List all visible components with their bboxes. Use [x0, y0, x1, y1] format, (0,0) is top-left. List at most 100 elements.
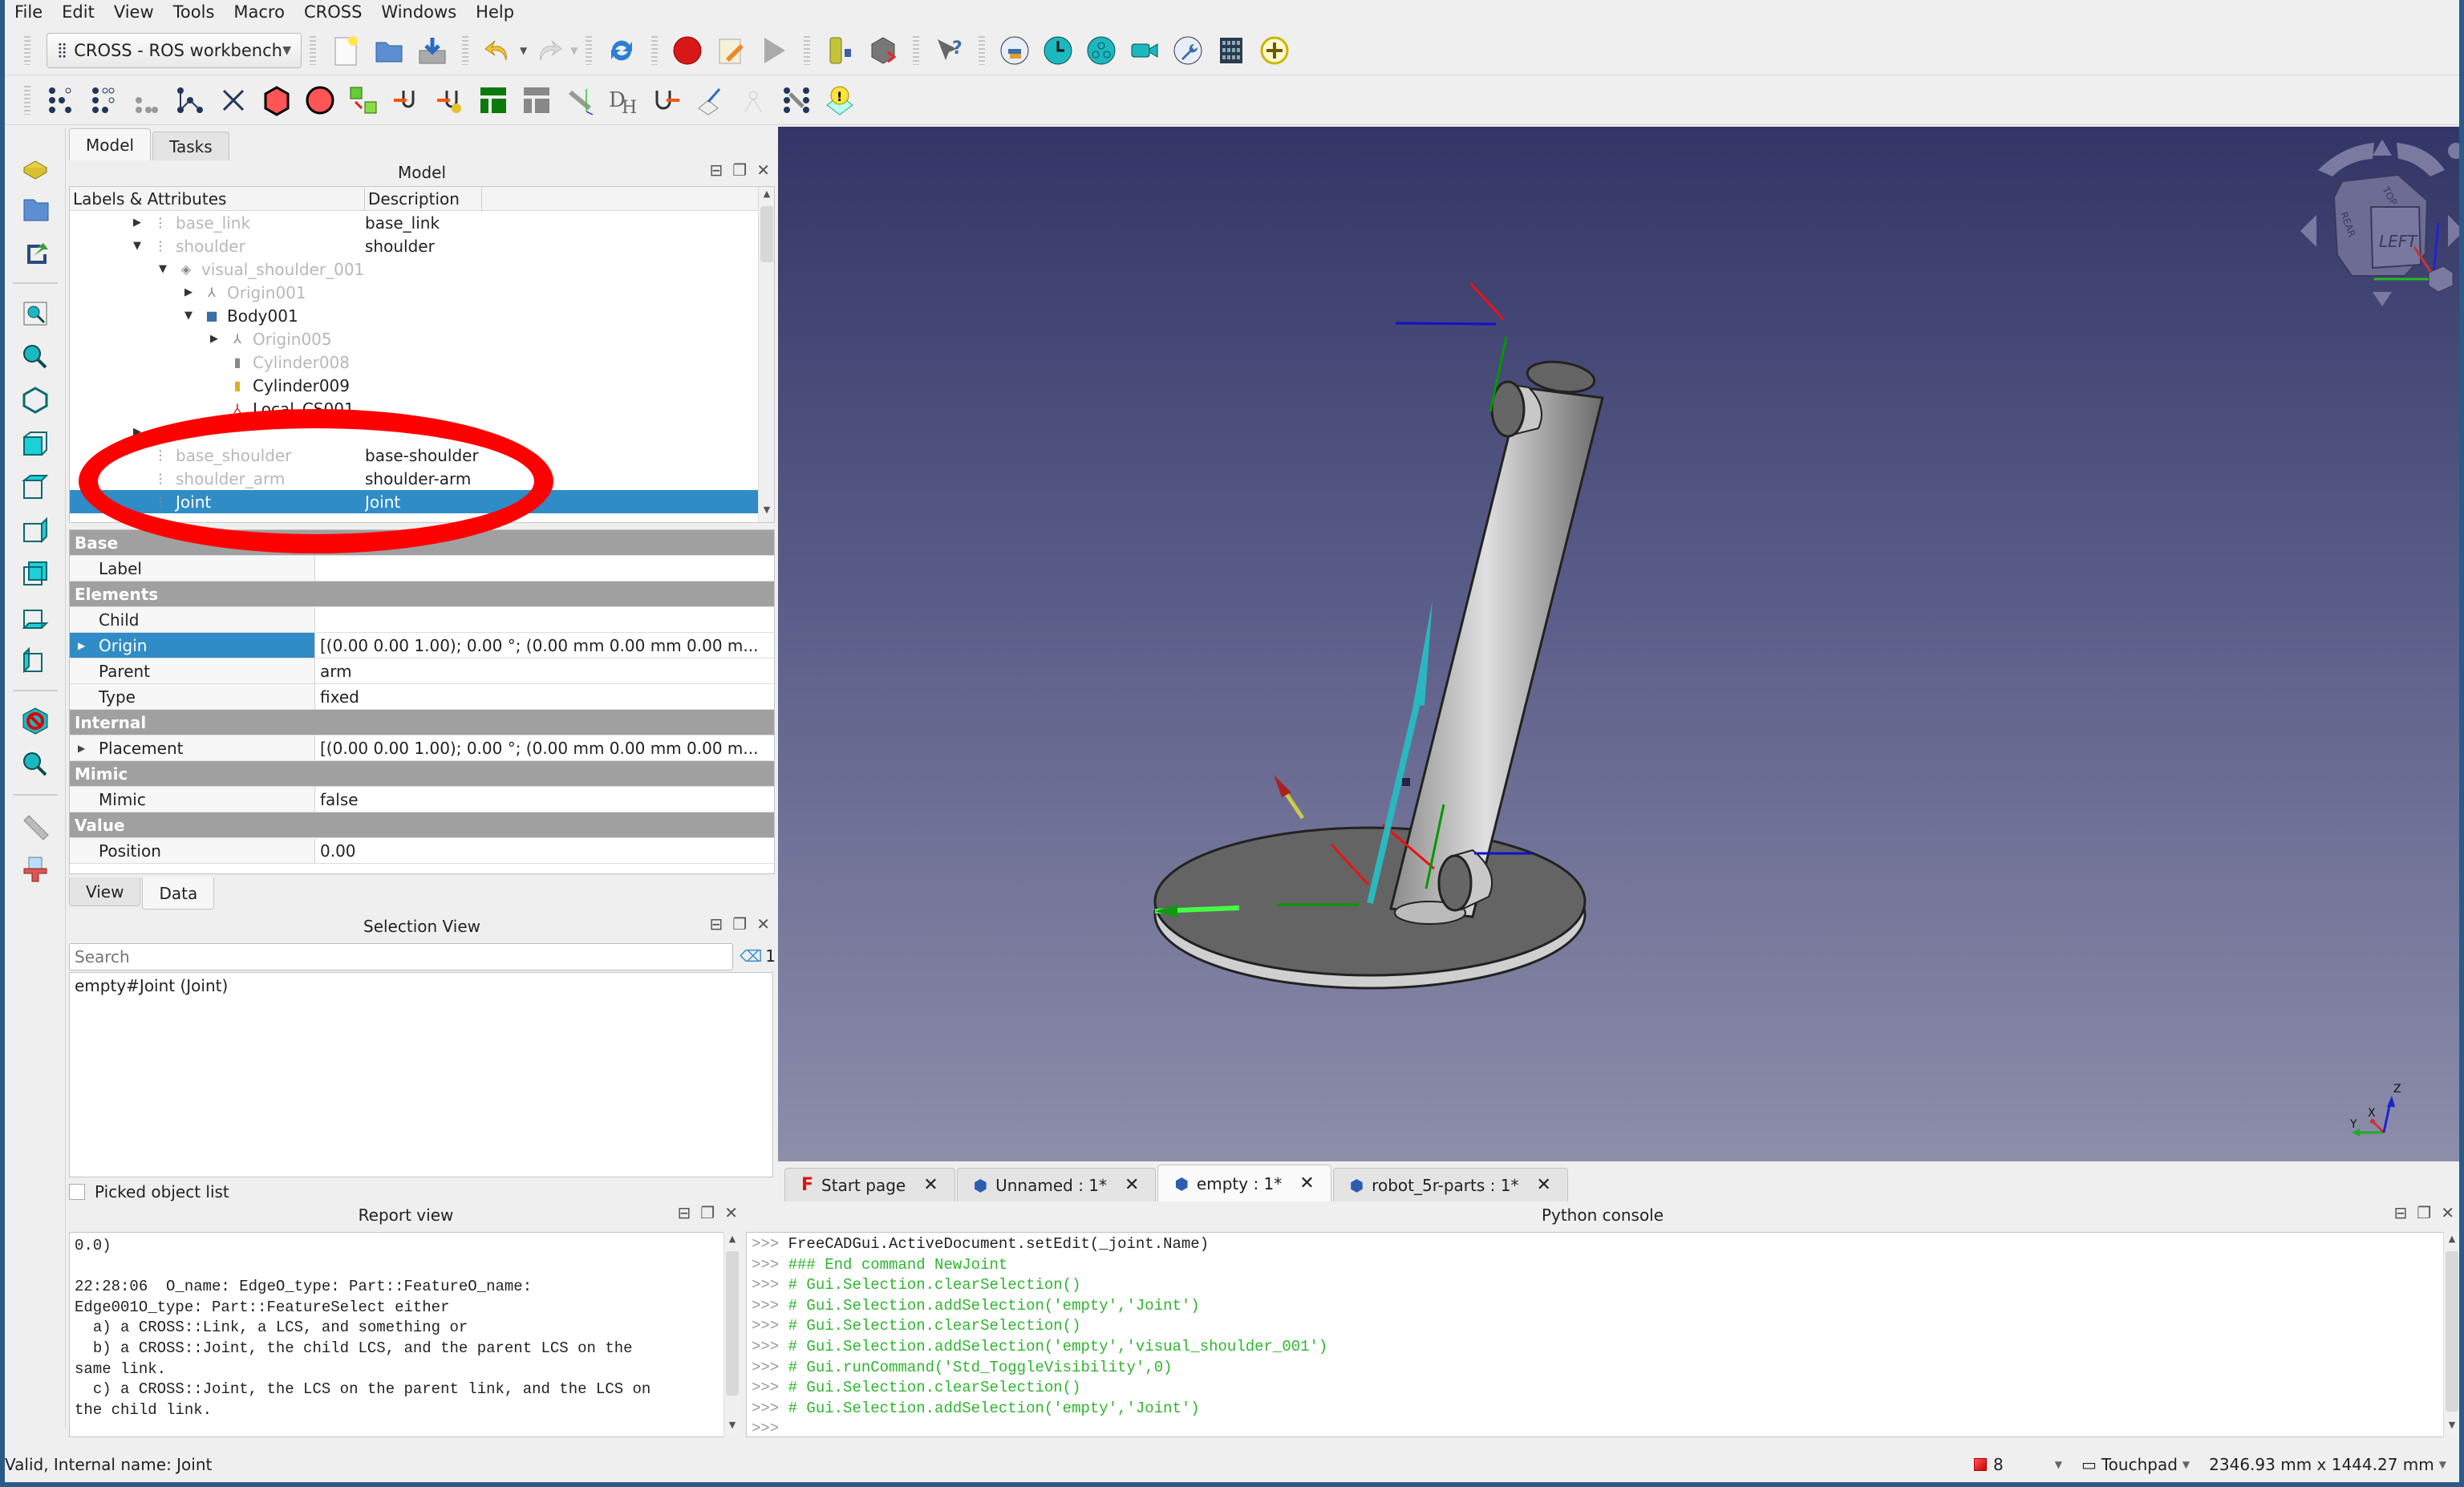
report-scrollbar[interactable]: ▲ ▼	[723, 1232, 740, 1437]
sync-view-button[interactable]	[16, 745, 55, 784]
close-icon[interactable]: ✕	[2441, 1203, 2454, 1222]
isometric-view-button[interactable]	[16, 381, 55, 419]
menu-cross[interactable]: CROSS	[304, 2, 362, 22]
document-tab[interactable]: ⬢ empty : 1* ✕	[1157, 1165, 1331, 1201]
tree-item[interactable]: ▼ ◈ visual_shoulder_001	[70, 257, 774, 281]
dock-icon[interactable]: ⊟	[2394, 1203, 2408, 1222]
toolbar-grip[interactable]	[651, 35, 659, 65]
property-row[interactable]: Child	[70, 607, 774, 633]
clear-selection-button[interactable]: ⌫ 1	[740, 946, 776, 966]
tree-item[interactable]: ▶ ⅄ Origin005	[70, 327, 774, 350]
new-chain-button[interactable]	[214, 81, 253, 120]
expanded-arrow-icon[interactable]: ▼	[131, 240, 144, 252]
dimension-selector[interactable]: 2346.93 mm x 1444.27 mm ▼	[2209, 1455, 2446, 1474]
float-icon[interactable]: ❐	[700, 1203, 715, 1222]
std-part-button[interactable]	[16, 147, 55, 185]
wrench-button[interactable]	[1169, 31, 1207, 70]
toolbar-grip[interactable]	[979, 35, 986, 65]
tree-item[interactable]: ⋮ Joint Joint	[70, 490, 774, 513]
top-view-button[interactable]	[16, 468, 55, 506]
bar-chart-gray-button[interactable]	[517, 81, 556, 120]
redo-dropdown-icon[interactable]: ▼	[570, 45, 578, 56]
refresh-button[interactable]	[602, 31, 641, 70]
toolbar-grip[interactable]	[310, 35, 316, 65]
right-view-button[interactable]	[16, 511, 55, 549]
property-value[interactable]: [(0.00 0.00 1.00); 0.00 °; (0.00 mm 0.00…	[315, 636, 774, 655]
new-link-disabled-button[interactable]	[128, 81, 166, 120]
tab-data[interactable]: Data	[142, 877, 215, 910]
toolbar-grip[interactable]	[462, 35, 468, 65]
bar-chart-button[interactable]	[474, 81, 513, 120]
float-icon[interactable]: ❐	[732, 160, 747, 180]
property-value[interactable]: [(0.00 0.00 1.00); 0.00 °; (0.00 mm 0.00…	[315, 739, 774, 758]
warning-bulb-button[interactable]: !	[821, 81, 859, 120]
workbench-selector[interactable]: ⣿ CROSS - ROS workbench ▼	[47, 32, 302, 68]
tree-item[interactable]: ⅄ Local_CS001	[70, 397, 774, 420]
menu-file[interactable]: File	[14, 2, 43, 22]
property-row[interactable]: Parent arm	[70, 658, 774, 684]
dock-icon[interactable]: ⊟	[710, 160, 723, 180]
tree-item[interactable]: ▼ ⋮ shoulder shoulder	[70, 234, 774, 257]
column-labels[interactable]: Labels & Attributes	[70, 187, 365, 210]
undo-dropdown-icon[interactable]: ▼	[520, 45, 527, 56]
bottom-view-button[interactable]	[16, 598, 55, 636]
expanded-arrow-icon[interactable]: ▼	[156, 263, 169, 275]
axes-button[interactable]	[561, 81, 599, 120]
toolbar-grip[interactable]	[24, 35, 30, 65]
menu-view[interactable]: View	[114, 2, 154, 22]
wizard-button[interactable]	[734, 81, 772, 120]
column-description[interactable]: Description	[365, 187, 482, 210]
tab-model[interactable]: Model	[69, 128, 152, 160]
document-tab[interactable]: ⬢ Unnamed : 1* ✕	[956, 1168, 1157, 1201]
collapsed-arrow-icon[interactable]: ▶	[182, 286, 195, 298]
property-value[interactable]: arm	[315, 662, 774, 681]
rear-view-button[interactable]	[16, 554, 55, 593]
property-value[interactable]: 0.00	[315, 841, 774, 861]
python-button[interactable]	[995, 31, 1034, 70]
python-console-scrollbar[interactable]: ▲ ▼	[2443, 1232, 2459, 1437]
close-tab-icon[interactable]: ✕	[923, 1175, 938, 1195]
toolbar-grip[interactable]	[804, 35, 811, 65]
undo-button[interactable]	[479, 31, 517, 70]
error-indicator[interactable]: 8	[1973, 1455, 2004, 1474]
3d-viewport[interactable]: LEFT TOP REAR Y X Z	[778, 127, 2459, 1161]
link-actions-button[interactable]	[16, 233, 55, 272]
grid-dots-button[interactable]	[777, 81, 816, 120]
chevron-down-icon[interactable]: ▼	[2055, 1459, 2062, 1470]
whats-this-button[interactable]: ?	[930, 31, 968, 70]
collapsed-arrow-icon[interactable]: ▶	[208, 333, 221, 345]
toolbar-grip[interactable]	[24, 85, 30, 115]
close-icon[interactable]: ✕	[724, 1203, 738, 1222]
macro-run-button[interactable]	[755, 31, 793, 70]
navigation-style-selector[interactable]: ▭ Touchpad ▼	[2081, 1455, 2190, 1474]
document-tab[interactable]: ⬢ robot_5r-parts : 1* ✕	[1332, 1168, 1568, 1201]
float-icon[interactable]: ❐	[2417, 1203, 2431, 1222]
close-tab-icon[interactable]: ✕	[1536, 1175, 1550, 1195]
new-robot-button[interactable]	[41, 81, 79, 120]
expand-arrow-icon[interactable]: ▶	[78, 640, 85, 651]
toolbar-grip[interactable]	[586, 35, 593, 65]
picked-object-list-toggle[interactable]: Picked object list	[69, 1182, 229, 1201]
add-button[interactable]	[1255, 31, 1294, 70]
property-row[interactable]: Mimic false	[70, 787, 774, 812]
grid-button[interactable]	[1212, 31, 1250, 70]
document-tab[interactable]: F Start page ✕	[784, 1168, 955, 1201]
selection-search-input[interactable]	[69, 943, 733, 970]
property-row[interactable]: Type fixed	[70, 684, 774, 710]
front-view-button[interactable]	[16, 424, 55, 463]
sphere-button[interactable]	[301, 81, 339, 120]
property-value[interactable]: false	[315, 790, 774, 809]
macro-edit-button[interactable]	[711, 31, 750, 70]
box-button[interactable]	[257, 81, 296, 120]
toolbar-grip[interactable]	[913, 35, 920, 65]
menu-tools[interactable]: Tools	[173, 2, 215, 22]
new-link-button[interactable]	[84, 81, 123, 120]
property-value[interactable]: fixed	[315, 687, 774, 707]
menu-windows[interactable]: Windows	[381, 2, 456, 22]
tree-item[interactable]: ▮ Cylinder009	[70, 374, 774, 397]
std-part-create-button[interactable]	[16, 849, 55, 888]
tree-item[interactable]: ▶ ⋮	[70, 420, 774, 444]
dh-button[interactable]: DH	[604, 81, 642, 120]
property-row[interactable]: Label	[70, 556, 774, 581]
set-placement-button[interactable]	[344, 81, 383, 120]
